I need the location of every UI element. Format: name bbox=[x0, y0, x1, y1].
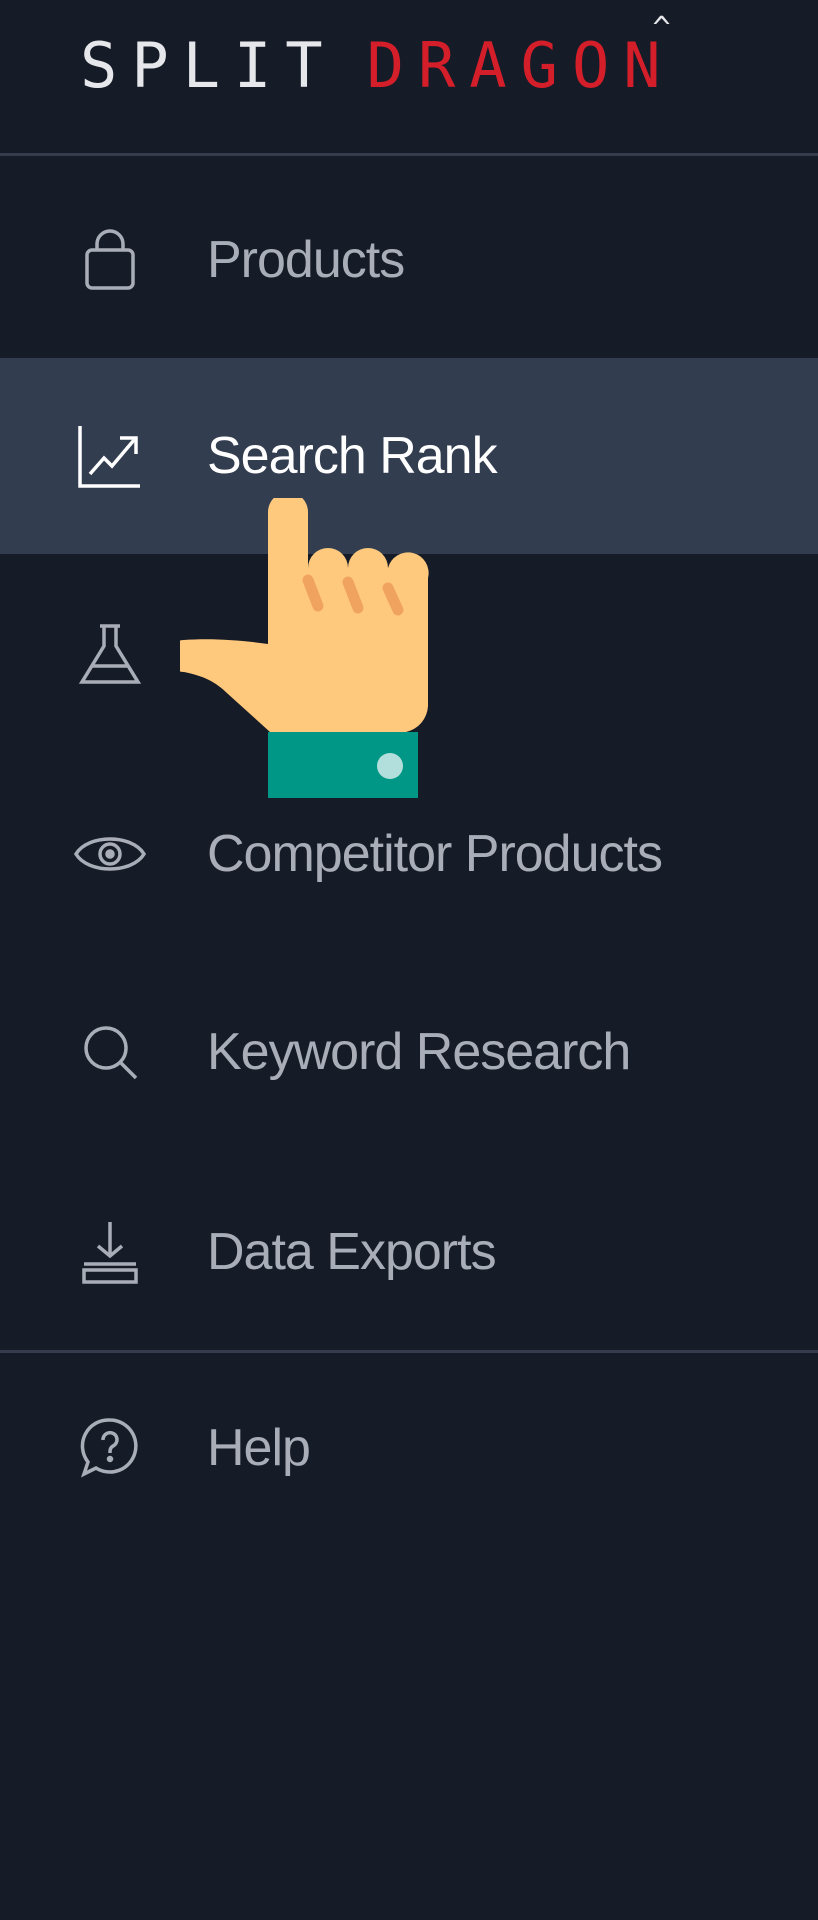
sidebar-item-label: Competitor Products bbox=[207, 825, 663, 883]
trending-up-chart-icon bbox=[74, 420, 146, 492]
divider bbox=[0, 153, 818, 156]
brand-logo[interactable]: SPLIT DRAGON ^ bbox=[80, 11, 675, 102]
help-chat-icon bbox=[74, 1412, 146, 1484]
brand-logo-part2-text: DRAGON bbox=[366, 28, 675, 102]
flask-icon bbox=[74, 618, 146, 690]
shopping-bag-icon bbox=[74, 224, 146, 296]
brand-logo-part1: SPLIT bbox=[80, 28, 337, 102]
sidebar-item-data-exports[interactable]: Data Exports bbox=[0, 1154, 818, 1350]
sidebar-item-label: Keyword Research bbox=[207, 1023, 631, 1081]
sidebar-item-help[interactable]: Help bbox=[0, 1350, 818, 1546]
sidebar-item-label: Help bbox=[207, 1419, 311, 1477]
sidebar-item-products[interactable]: Products bbox=[0, 162, 818, 358]
brand-logo-part2: DRAGON ^ bbox=[366, 11, 675, 102]
search-icon bbox=[74, 1016, 146, 1088]
sidebar-item-label: Data Exports bbox=[207, 1223, 497, 1281]
sidebar-item-label: Products bbox=[207, 231, 405, 289]
eye-icon bbox=[74, 818, 146, 890]
sidebar-item-keyword-research[interactable]: Keyword Research bbox=[0, 954, 818, 1150]
caret-icon: ^ bbox=[652, 10, 671, 46]
pointing-hand-cursor-icon bbox=[180, 498, 429, 798]
sidebar-item-label: Search Rank bbox=[207, 427, 498, 485]
download-tray-icon bbox=[74, 1216, 146, 1288]
